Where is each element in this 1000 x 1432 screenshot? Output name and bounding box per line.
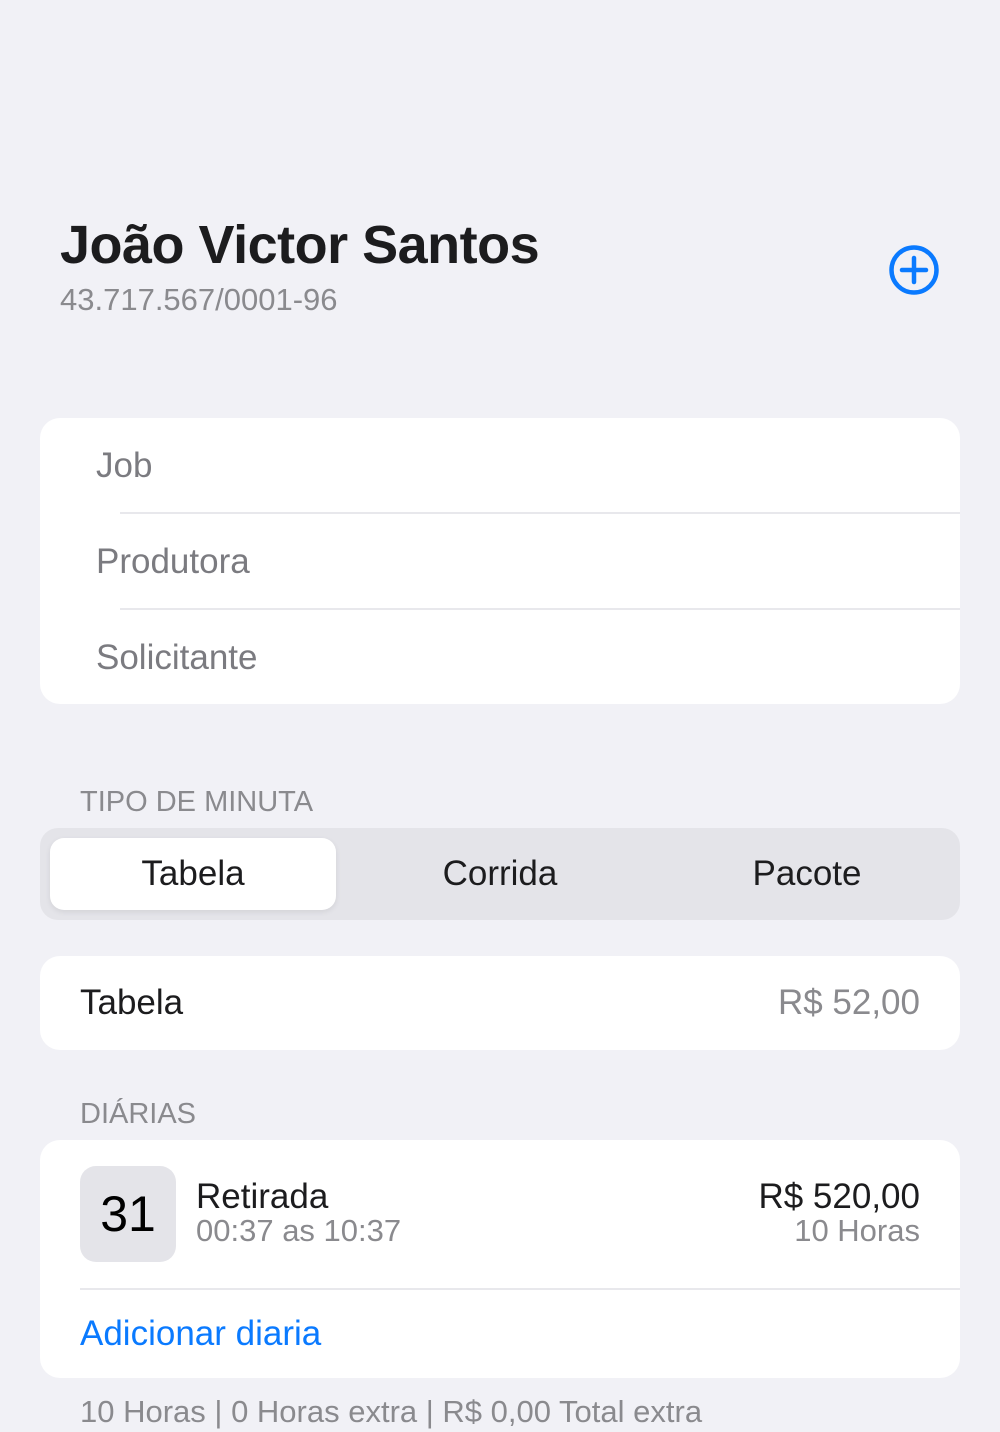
segment-tabela[interactable]: Tabela — [50, 838, 336, 910]
summary-text: 10 Horas | 0 Horas extra | R$ 0,00 Total… — [80, 1394, 703, 1429]
job-row[interactable] — [40, 418, 960, 513]
segment-corrida[interactable]: Corrida — [357, 838, 643, 910]
tipo-minuta-segmented-control: Tabela Corrida Pacote — [40, 828, 960, 920]
solicitante-row[interactable] — [40, 610, 960, 704]
job-field[interactable] — [96, 418, 876, 513]
day-badge: 31 — [80, 1166, 176, 1262]
add-button[interactable] — [887, 243, 941, 297]
produtora-field[interactable] — [96, 514, 876, 609]
tabela-label: Tabela — [80, 983, 184, 1022]
diaria-title: Retirada — [196, 1177, 329, 1216]
details-form — [40, 418, 960, 704]
solicitante-field[interactable] — [96, 610, 876, 704]
diaria-price: R$ 520,00 — [758, 1177, 920, 1216]
diarias-label: DIÁRIAS — [80, 1098, 197, 1130]
plus-circle-icon — [889, 245, 939, 295]
produtora-row[interactable] — [40, 514, 960, 609]
page-title: João Victor Santos — [60, 215, 540, 275]
diaria-time: 00:37 as 10:37 — [196, 1213, 402, 1248]
diaria-hours: 10 Horas — [794, 1213, 920, 1248]
segment-pacote[interactable]: Pacote — [664, 838, 950, 910]
tipo-minuta-label: TIPO DE MINUTA — [80, 786, 314, 818]
diarias-card: 31 Retirada 00:37 as 10:37 R$ 520,00 10 … — [40, 1140, 960, 1378]
document-number: 43.717.567/0001-96 — [60, 282, 338, 317]
tabela-row[interactable]: Tabela R$ 52,00 — [40, 956, 960, 1050]
add-diaria-button[interactable]: Adicionar diaria — [80, 1290, 321, 1378]
list-item[interactable]: 31 Retirada 00:37 as 10:37 R$ 520,00 10 … — [40, 1140, 960, 1288]
tabela-value: R$ 52,00 — [777, 983, 920, 1022]
